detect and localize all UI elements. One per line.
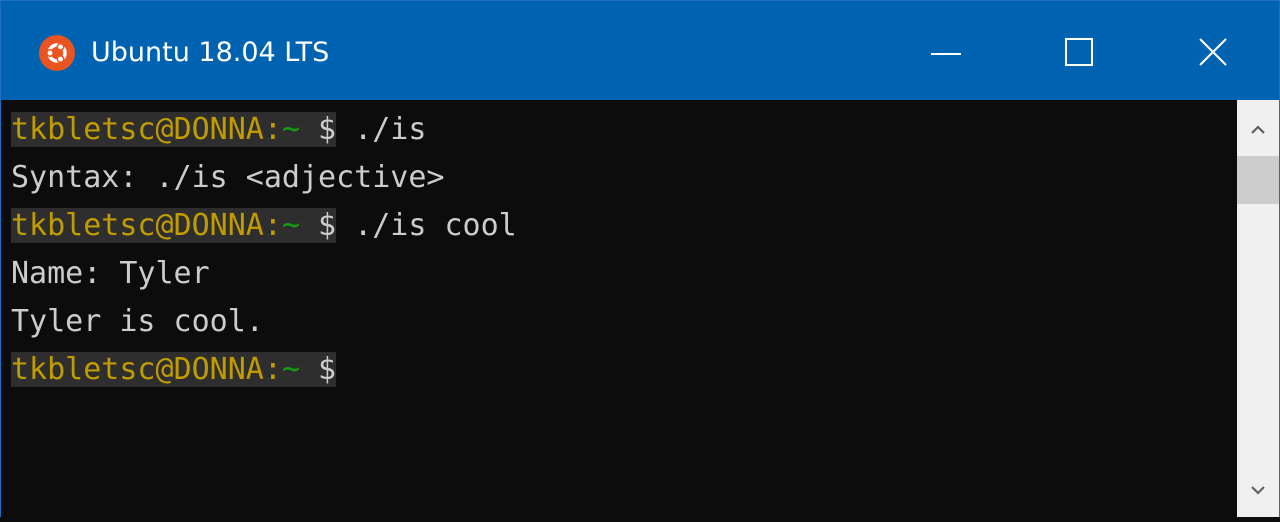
prompt-line: tkbletsc@DONNA:~ $ ./is cool [11, 202, 517, 250]
prompt-symbol: $ [300, 112, 337, 147]
prompt-host: DONNA [173, 112, 264, 147]
command-text: ./is [336, 112, 427, 147]
terminal-output[interactable]: tkbletsc@DONNA:~ $ ./is Syntax: ./is <adj… [1, 100, 1237, 517]
prompt-at: @ [155, 208, 174, 243]
prompt-line: tkbletsc@DONNA:~ $ [11, 346, 337, 394]
prompt-at: @ [155, 352, 174, 387]
close-button[interactable] [1141, 1, 1280, 100]
prompt-user: tkbletsc [11, 208, 156, 243]
terminal-window: Ubuntu 18.04 LTS tkbletsc@DONNA:~ $ ./is… [0, 0, 1280, 517]
output-line: Syntax: ./is <adjective> [11, 154, 444, 202]
prompt-user: tkbletsc [11, 112, 156, 147]
ubuntu-logo-icon[interactable] [39, 35, 75, 71]
prompt-colon: : [263, 352, 282, 387]
prompt-host: DONNA [173, 352, 264, 387]
chevron-up-icon [1251, 125, 1265, 134]
vertical-scrollbar[interactable] [1237, 100, 1279, 517]
window-title: Ubuntu 18.04 LTS [91, 37, 330, 68]
prompt-path: ~ [281, 112, 300, 147]
output-line: Tyler is cool. [11, 298, 264, 346]
chevron-down-icon [1251, 486, 1265, 495]
prompt: tkbletsc@DONNA:~ $ [11, 208, 337, 243]
output-text: Tyler is cool. [11, 304, 264, 339]
maximize-icon [1065, 38, 1093, 66]
output-text: Name: Tyler [11, 256, 210, 291]
prompt-path: ~ [281, 352, 300, 387]
maximize-button[interactable] [1021, 1, 1161, 100]
minimize-button[interactable] [881, 1, 1021, 100]
prompt: tkbletsc@DONNA:~ $ [11, 352, 337, 387]
prompt-line: tkbletsc@DONNA:~ $ ./is [11, 106, 426, 154]
prompt-symbol: $ [300, 208, 337, 243]
output-line: Name: Tyler [11, 250, 210, 298]
prompt-user: tkbletsc [11, 352, 156, 387]
prompt-colon: : [263, 112, 282, 147]
minimize-icon [931, 53, 961, 55]
prompt-symbol: $ [300, 352, 337, 387]
close-icon [1199, 38, 1227, 66]
prompt-at: @ [155, 112, 174, 147]
prompt-colon: : [263, 208, 282, 243]
command-text: ./is cool [336, 208, 517, 243]
prompt: tkbletsc@DONNA:~ $ [11, 112, 337, 147]
title-bar[interactable]: Ubuntu 18.04 LTS [1, 1, 1279, 100]
scroll-down-button[interactable] [1237, 463, 1279, 517]
scroll-up-button[interactable] [1237, 100, 1279, 154]
output-text: Syntax: ./is <adjective> [11, 160, 445, 195]
prompt-path: ~ [281, 208, 300, 243]
scroll-thumb[interactable] [1237, 156, 1279, 204]
prompt-host: DONNA [173, 208, 264, 243]
